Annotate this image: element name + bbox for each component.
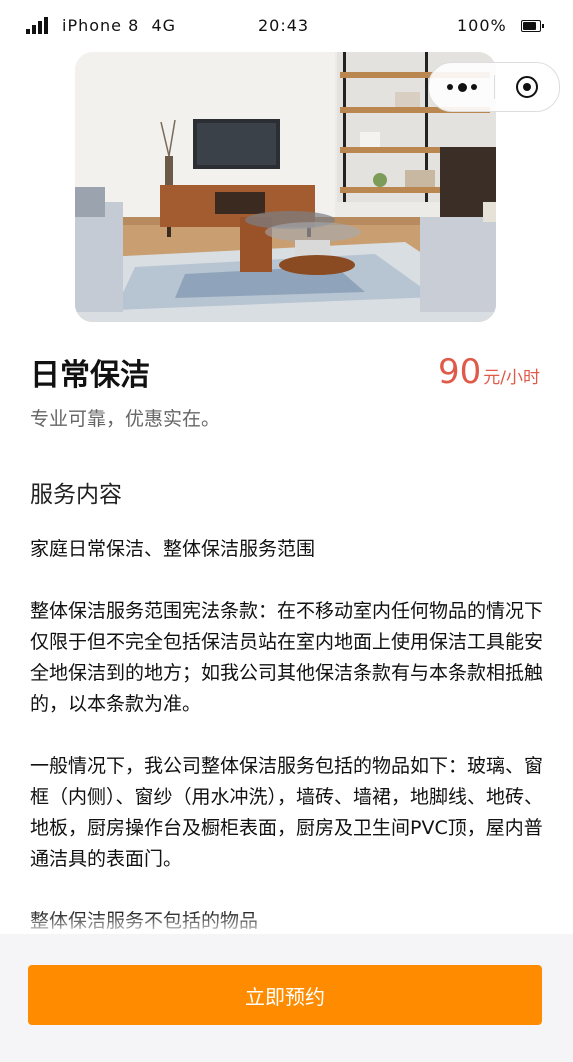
clock: 20:43 xyxy=(258,16,310,35)
battery-percent: 100% xyxy=(457,16,507,35)
mini-program-capsule xyxy=(428,62,560,112)
signal-icon xyxy=(26,17,48,34)
book-now-button[interactable]: 立即预约 xyxy=(28,965,542,1025)
price-unit: 元/小时 xyxy=(483,368,540,388)
more-dots-icon[interactable] xyxy=(447,81,477,93)
battery-icon xyxy=(521,20,544,32)
service-title: 日常保洁 xyxy=(30,358,150,393)
carrier-label: iPhone 8 4G xyxy=(62,16,177,35)
price: 90 元/小时 xyxy=(438,352,540,392)
service-subtitle: 专业可靠，优惠实在。 xyxy=(30,408,221,430)
bottom-action-bar: 立即预约 xyxy=(0,934,573,1062)
description-paragraph: 一般情况下，我公司整体保洁服务包括的物品如下：玻璃、窗框（内侧）、窗纱（用水冲洗… xyxy=(30,755,544,870)
price-value: 90 xyxy=(438,352,482,392)
capsule-divider xyxy=(494,75,495,99)
description-paragraph: 家庭日常保洁、整体保洁服务范围 xyxy=(30,538,316,560)
description-paragraph: 整体保洁服务不包括的物品 xyxy=(30,910,259,932)
description-paragraph: 整体保洁服务范围宪法条款：在不移动室内任何物品的情况下仅限于但不完全包括保洁员站… xyxy=(30,600,544,715)
section-heading-service-content: 服务内容 xyxy=(30,482,122,508)
service-description: 家庭日常保洁、整体保洁服务范围 整体保洁服务范围宪法条款：在不移动室内任何物品的… xyxy=(30,534,545,968)
record-target-icon[interactable] xyxy=(516,76,538,98)
status-bar: iPhone 8 4G 20:43 100% xyxy=(0,0,573,52)
